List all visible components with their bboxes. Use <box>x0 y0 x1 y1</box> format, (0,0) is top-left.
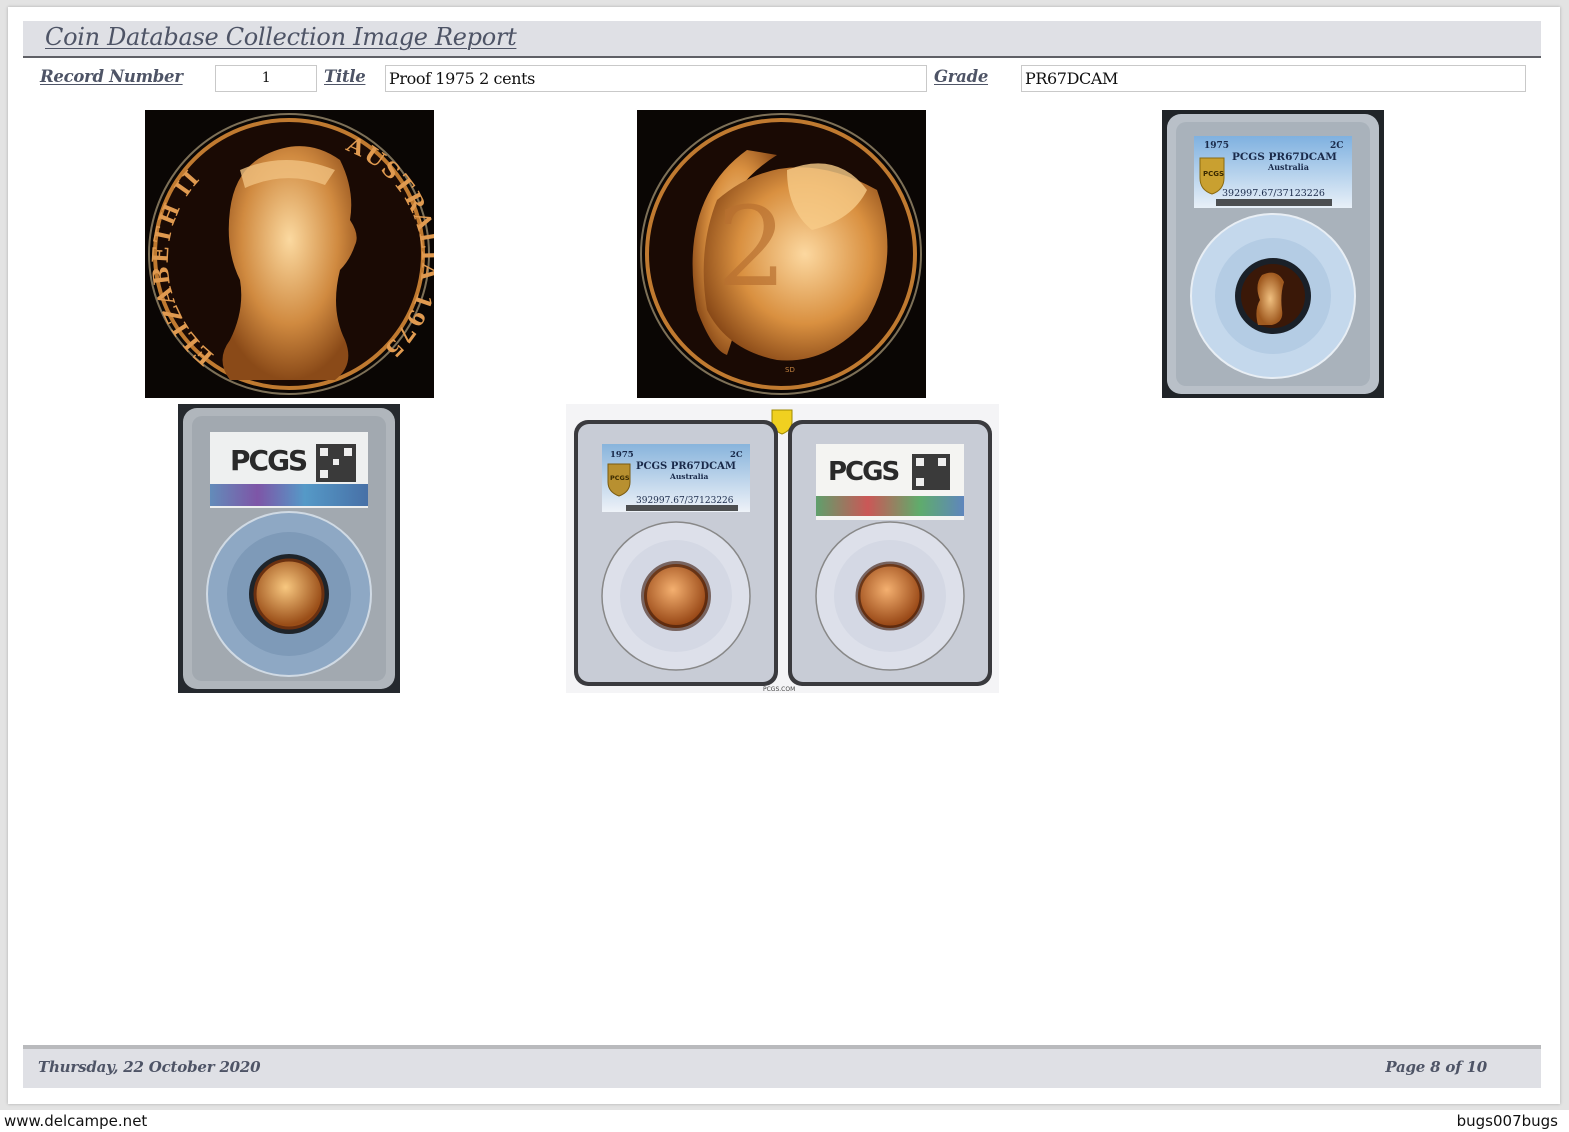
footer-page-number: Page 8 of 10 <box>1385 1058 1487 1076</box>
watermark-right: bugs007bugs <box>1456 1112 1558 1130</box>
slab-back-logo: PCGS <box>230 444 307 477</box>
slab-front-image: 1975 2C PCGS PR67DCAM Australia PCGS 392… <box>1167 114 1379 394</box>
reverse-initials: SD <box>785 366 795 374</box>
report-page: Coin Database Collection Image Report Re… <box>8 7 1560 1104</box>
pair-label-shield: PCGS <box>610 474 630 482</box>
slab-front-photo: 1975 2C PCGS PR67DCAM Australia PCGS 392… <box>1162 110 1384 398</box>
slab-label-country: Australia <box>1267 162 1309 172</box>
report-header: Coin Database Collection Image Report <box>23 21 1541 58</box>
coin-obverse-image: ELIZABETH II AUSTRALIA 1975 <box>148 113 434 395</box>
title-label: Title <box>324 67 366 86</box>
slab-front-back-image: 1975 2C PCGS PR67DCAM Australia PCGS 392… <box>574 409 992 693</box>
title-field: Proof 1975 2 cents <box>385 65 927 92</box>
pair-label-grade: PCGS PR67DCAM <box>636 461 736 472</box>
pair-site-text: PCGS.COM <box>763 686 795 693</box>
pair-label-country: Australia <box>669 472 708 481</box>
pair-back-logo: PCGS <box>828 457 898 487</box>
pair-label-cert: 392997.67/37123226 <box>636 496 734 506</box>
report-title: Coin Database Collection Image Report <box>45 23 517 51</box>
grade-label: Grade <box>934 67 989 86</box>
slab-front-back-photo: 1975 2C PCGS PR67DCAM Australia PCGS 392… <box>566 404 999 693</box>
coin-reverse-photo: 2 SD <box>637 110 926 398</box>
reverse-numeral: 2 <box>717 183 787 311</box>
slab-label-cert: 392997.67/37123226 <box>1222 188 1325 199</box>
slab-back-photo: PCGS <box>178 404 400 693</box>
footer-date: Thursday, 22 October 2020 <box>38 1058 261 1076</box>
slab-label-year: 1975 <box>1204 141 1229 151</box>
watermark-left: www.delcampe.net <box>4 1112 148 1130</box>
record-number-label: Record Number <box>40 67 183 86</box>
slab-label-shield: PCGS <box>1203 170 1224 178</box>
grade-field: PR67DCAM <box>1021 65 1526 92</box>
slab-back-image: PCGS <box>183 408 395 689</box>
coin-obverse-photo: ELIZABETH II AUSTRALIA 1975 <box>145 110 434 398</box>
report-footer: Thursday, 22 October 2020 Page 8 of 10 <box>23 1045 1541 1088</box>
slab-label-denomination: 2C <box>1330 141 1343 151</box>
record-number-field: 1 <box>215 65 317 92</box>
pair-label-denomination: 2C <box>730 450 743 460</box>
pair-label-year: 1975 <box>610 450 634 460</box>
coin-reverse-image: 2 SD <box>640 113 922 395</box>
